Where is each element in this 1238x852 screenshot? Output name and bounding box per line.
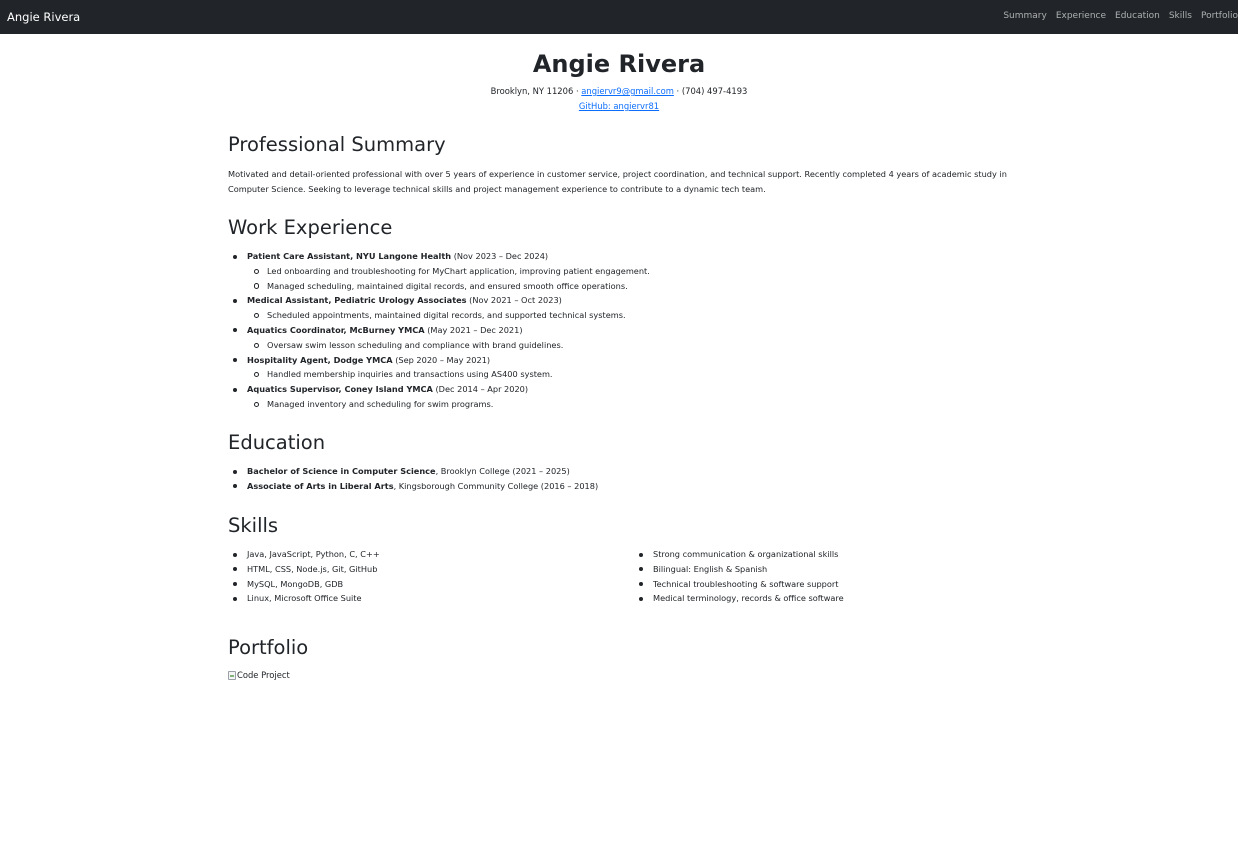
job-item: Aquatics Supervisor, Coney Island YMCA (…: [228, 382, 650, 397]
nav-link-education[interactable]: Education: [1115, 11, 1160, 21]
job-dates: (Sep 2020 – May 2021): [392, 354, 491, 365]
job-dates: (Nov 2023 – Dec 2024): [451, 251, 549, 261]
experience-list: Patient Care Assistant, NYU Langone Heal…: [228, 249, 650, 412]
job-item: Patient Care Assistant, NYU Langone Heal…: [228, 249, 650, 264]
address-text: Brooklyn, NY 11206 ·: [490, 86, 582, 96]
nav-link-experience[interactable]: Experience: [1056, 11, 1106, 21]
skill-item: Strong communication & organizational sk…: [634, 547, 844, 562]
skill-item: HTML, CSS, Node.js, Git, GitHub: [228, 562, 380, 577]
email-link[interactable]: angiervr9@gmail.com: [581, 86, 674, 96]
job-item: Aquatics Coordinator, McBurney YMCA (May…: [228, 323, 650, 338]
portfolio-image-alt: Code Project: [237, 670, 290, 680]
skill-item: MySQL, MongoDB, GDB: [228, 577, 380, 592]
nav-links: Summary Experience Education Skills Portfoli…: [994, 11, 1238, 25]
education-list: Bachelor of Science in Computer Science,…: [228, 464, 598, 494]
skill-item: Technical troubleshooting & software sup…: [634, 577, 844, 592]
nav-link-portfolio[interactable]: Portfolio: [1201, 11, 1238, 21]
degree-detail: , Kingsborough Community College (2016 –…: [393, 480, 599, 491]
job-item: Medical Assistant, Pediatric Urology Ass…: [228, 293, 650, 308]
job-role: Patient Care Assistant, NYU Langone Heal…: [247, 251, 452, 261]
skills-list-right: Strong communication & organizational sk…: [634, 547, 844, 606]
job-dates: (Nov 2021 – Oct 2023): [466, 295, 562, 306]
github-line: GitHub: angiervr81: [0, 101, 1238, 111]
job-duty: Led onboarding and troubleshooting for M…: [228, 264, 650, 279]
job-duty: Scheduled appointments, maintained digit…: [228, 308, 650, 323]
summary-text: Motivated and detail-oriented profession…: [228, 169, 1007, 194]
summary-heading: Professional Summary: [228, 133, 446, 156]
degree-name: Bachelor of Science in Computer Science: [247, 466, 436, 476]
job-duty: Managed inventory and scheduling for swi…: [228, 397, 650, 412]
skill-item: Bilingual: English & Spanish: [634, 562, 844, 577]
education-item: Associate of Arts in Liberal Arts, Kings…: [228, 479, 598, 494]
job-duty: Handled membership inquiries and transac…: [228, 367, 650, 382]
skills-list-left: Java, JavaScript, Python, C, C++ HTML, C…: [228, 547, 380, 606]
education-item: Bachelor of Science in Computer Science,…: [228, 464, 598, 479]
job-role: Medical Assistant, Pediatric Urology Ass…: [247, 295, 467, 306]
job-role: Hospitality Agent, Dodge YMCA: [247, 354, 393, 365]
job-duty: Oversaw swim lesson scheduling and compl…: [228, 338, 650, 353]
portfolio-image[interactable]: Code Project: [228, 670, 290, 680]
education-heading: Education: [228, 431, 326, 454]
top-navbar: Angie Rivera Summary Experience Education S…: [0, 0, 1238, 34]
nav-link-skills[interactable]: Skills: [1169, 11, 1192, 21]
degree-name: Associate of Arts in Liberal Arts: [247, 480, 394, 491]
job-duty: Managed scheduling, maintained digital r…: [228, 279, 650, 294]
broken-image-icon: [228, 670, 236, 680]
phone-text: · (704) 497-4193: [673, 86, 748, 96]
github-link[interactable]: GitHub: angiervr81: [579, 101, 659, 111]
job-item: Hospitality Agent, Dodge YMCA (Sep 2020 …: [228, 353, 650, 368]
job-dates: (Dec 2014 – Apr 2020): [432, 384, 529, 395]
skill-item: Medical terminology, records & office so…: [634, 591, 844, 606]
job-role: Aquatics Coordinator, McBurney YMCA: [247, 324, 425, 335]
navbar-brand[interactable]: Angie Rivera: [7, 10, 80, 24]
degree-detail: , Brooklyn College (2021 – 2025): [435, 466, 570, 476]
job-dates: (May 2021 – Dec 2021): [424, 324, 523, 335]
page-title: Angie Rivera: [532, 50, 706, 78]
contact-line: Brooklyn, NY 11206 · angiervr9@gmail.com…: [0, 86, 1238, 96]
skills-heading: Skills: [228, 514, 279, 537]
nav-link-summary[interactable]: Summary: [1003, 11, 1047, 21]
job-role: Aquatics Supervisor, Coney Island YMCA: [247, 384, 433, 395]
experience-heading: Work Experience: [228, 216, 393, 239]
skill-item: Java, JavaScript, Python, C, C++: [228, 547, 380, 562]
skill-item: Linux, Microsoft Office Suite: [228, 591, 380, 606]
portfolio-heading: Portfolio: [228, 636, 309, 659]
